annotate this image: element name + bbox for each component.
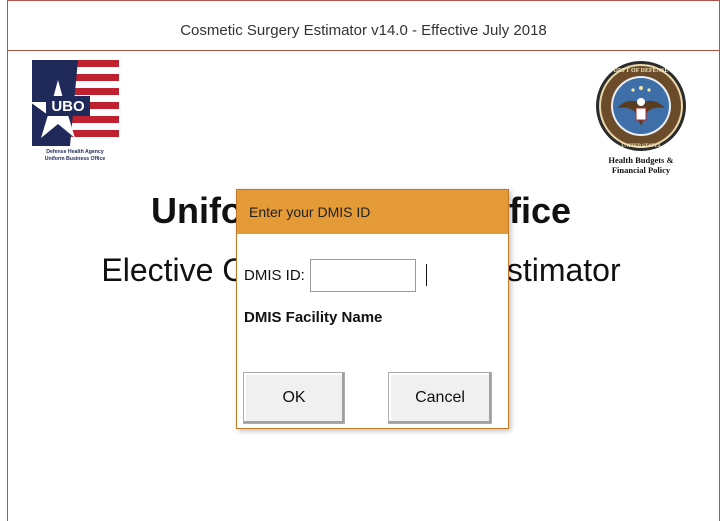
svg-text:UNITED STATES: UNITED STATES [621,144,660,149]
ubo-line1: Defense Health Agency [46,149,104,155]
dmis-facility-name-label: DMIS Facility Name [244,309,383,326]
dialog-title: Enter your DMIS ID [249,204,371,220]
dod-seal-icon: DEPT OF DEFENSE UNITED STATES [596,61,686,151]
dmis-id-label: DMIS ID: [244,267,305,284]
dod-caption: Health Budgets & Financial Policy [596,155,686,175]
ubo-line2: Uniform Business Office [45,156,106,162]
cancel-button[interactable]: Cancel [388,372,492,424]
window-title: Cosmetic Surgery Estimator v14.0 - Effec… [180,22,547,39]
dmis-field-row: DMIS ID: [244,259,416,292]
dmis-id-input[interactable] [309,259,416,292]
ubo-logo-icon: UBO Defense Health Agency Uniform Busine… [30,58,120,165]
ok-button[interactable]: OK [243,372,345,424]
svg-text:DEPT OF DEFENSE: DEPT OF DEFENSE [614,68,669,74]
ubo-letters: UBO [51,98,85,115]
dmis-dialog: Enter your DMIS ID DMIS ID: DMIS Facilit… [236,189,509,429]
window-titlebar: Cosmetic Surgery Estimator v14.0 - Effec… [8,11,719,51]
dod-caption-line2: Financial Policy [611,165,671,175]
dialog-titlebar: Enter your DMIS ID [237,190,508,234]
text-caret [426,264,427,286]
dod-caption-line1: Health Budgets & [608,155,674,165]
